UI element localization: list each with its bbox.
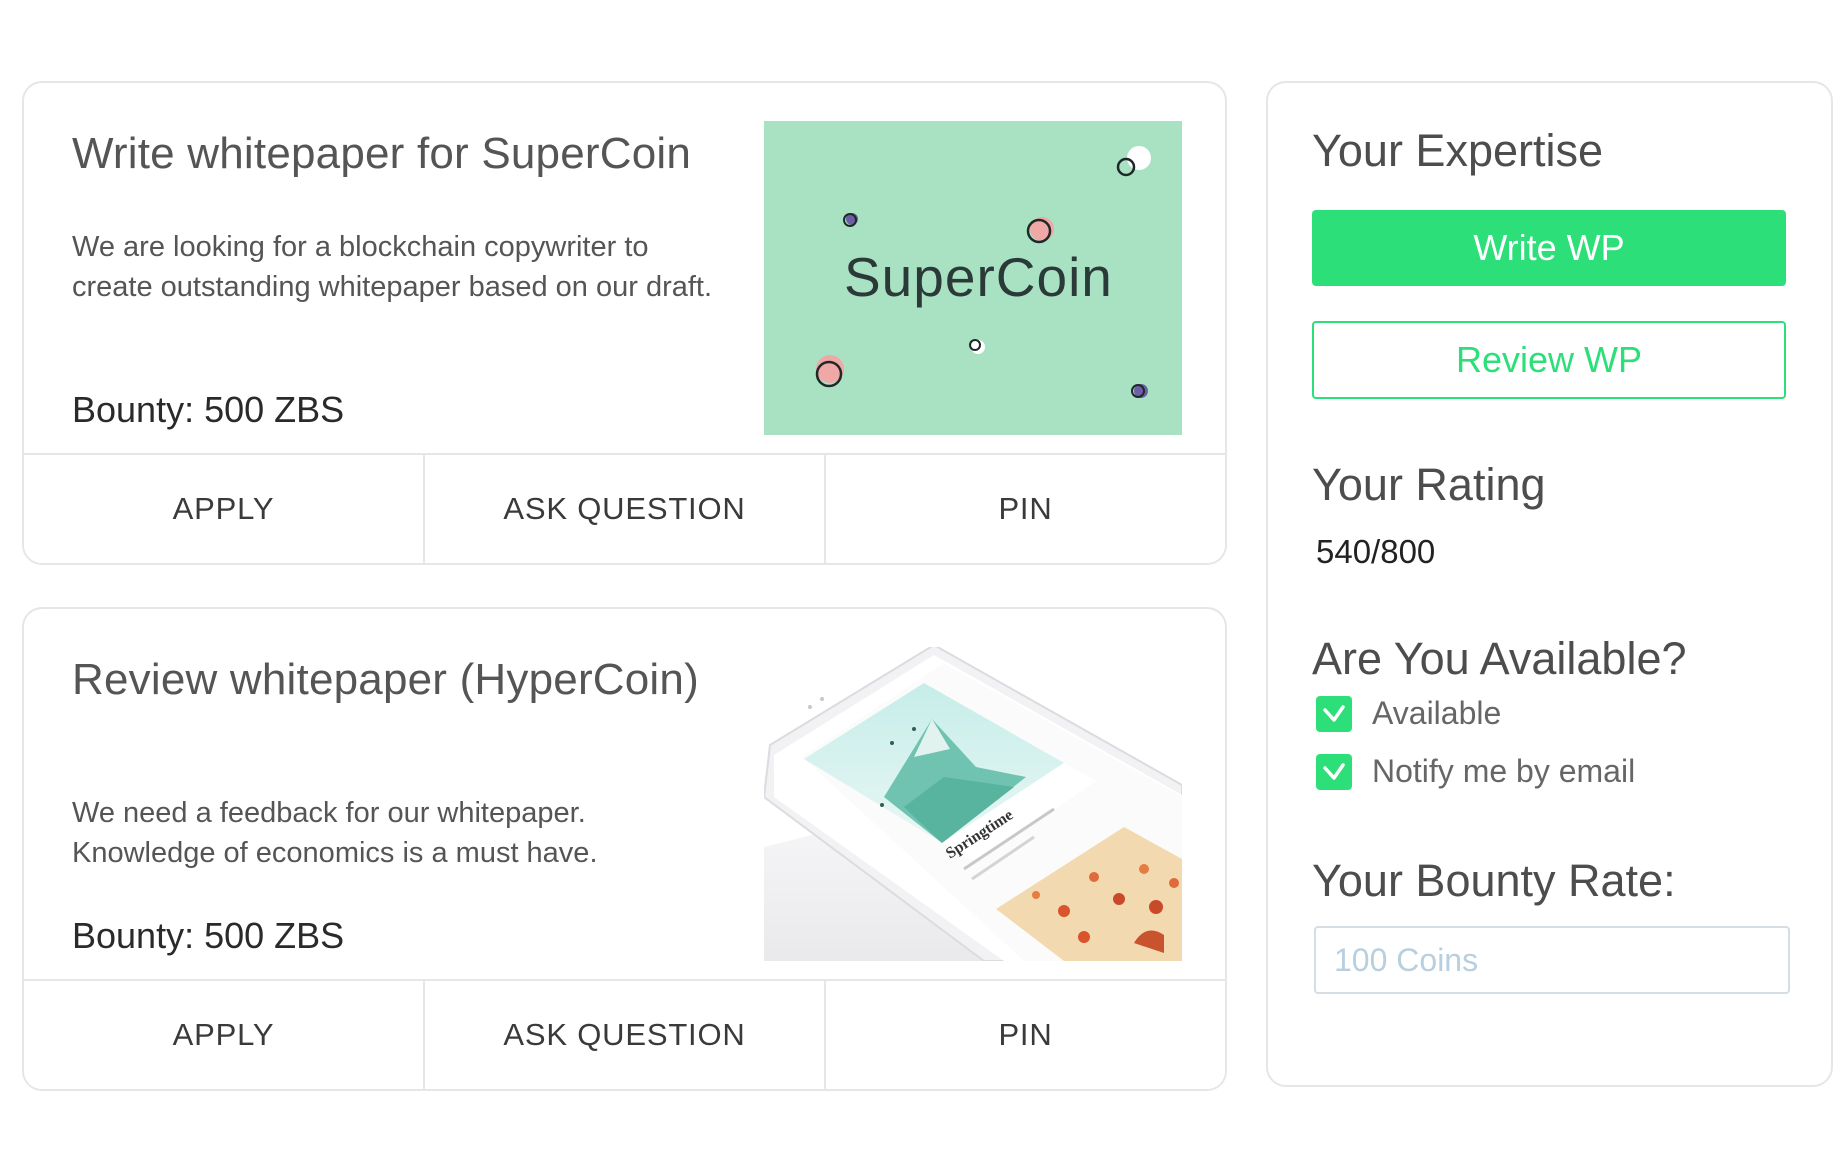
- availability-heading: Are You Available?: [1312, 633, 1687, 684]
- available-label: Available: [1372, 695, 1502, 731]
- apply-button[interactable]: APPLY: [24, 981, 423, 1089]
- job-bounty: Bounty: 500 ZBS: [72, 915, 345, 956]
- pin-button[interactable]: PIN: [824, 455, 1225, 563]
- pin-button[interactable]: PIN: [824, 981, 1225, 1089]
- check-icon[interactable]: [1316, 695, 1352, 732]
- job-title: Write whitepaper for SuperCoin: [72, 129, 692, 178]
- job-card: Review whitepaper (HyperCoin) We need a …: [22, 607, 1227, 1091]
- rating-value: 540/800: [1316, 533, 1436, 570]
- job-bounty: Bounty: 500 ZBS: [72, 389, 345, 430]
- write-wp-button[interactable]: Write WP: [1312, 210, 1786, 286]
- notify-email-label: Notify me by email: [1372, 753, 1636, 789]
- job-actions: APPLY ASK QUESTION PIN: [24, 979, 1225, 1089]
- profile-sidebar: Your Expertise Write WP Review WP Your R…: [1266, 81, 1833, 1087]
- job-image-supercoin: SuperCoin: [764, 121, 1182, 435]
- job-actions: APPLY ASK QUESTION PIN: [24, 453, 1225, 563]
- notify-email-checkbox[interactable]: Notify me by email: [1316, 753, 1635, 790]
- job-title: Review whitepaper (HyperCoin): [72, 655, 699, 704]
- rating-heading: Your Rating: [1312, 459, 1546, 510]
- review-wp-button[interactable]: Review WP: [1312, 321, 1786, 399]
- job-description: We are looking for a blockchain copywrit…: [72, 231, 713, 303]
- bounty-rate-heading: Your Bounty Rate:: [1312, 855, 1676, 906]
- job-description: We need a feedback for our whitepaper. K…: [72, 797, 598, 869]
- ask-question-button[interactable]: ASK QUESTION: [423, 981, 824, 1089]
- bounty-rate-input[interactable]: [1314, 926, 1790, 994]
- check-icon[interactable]: [1316, 753, 1352, 790]
- job-image-phone-mockup: Springtime: [764, 647, 1182, 961]
- apply-button[interactable]: APPLY: [24, 455, 423, 563]
- ask-question-button[interactable]: ASK QUESTION: [423, 455, 824, 563]
- expertise-heading: Your Expertise: [1312, 125, 1604, 176]
- job-card: Write whitepaper for SuperCoin We are lo…: [22, 81, 1227, 565]
- supercoin-logo-text: SuperCoin: [844, 246, 1113, 308]
- available-checkbox[interactable]: Available: [1316, 695, 1501, 732]
